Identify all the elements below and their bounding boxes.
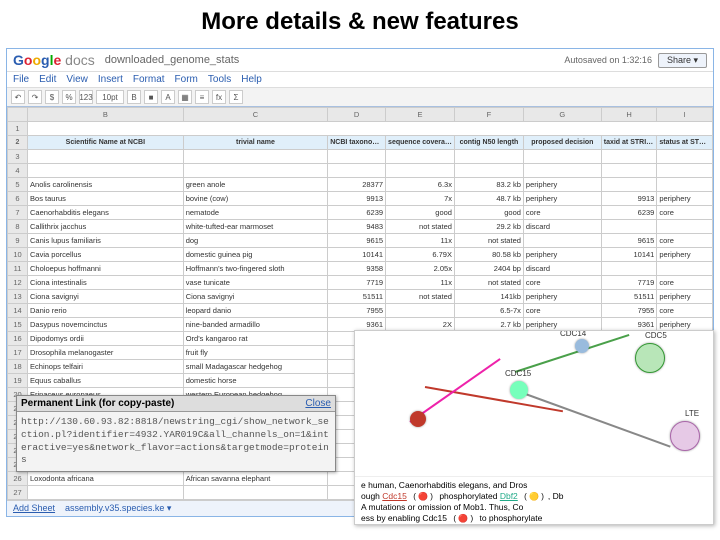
autosave-status: Autosaved on 1:32:16 [564,55,652,65]
add-sheet-button[interactable]: Add Sheet [13,503,55,514]
redo-icon[interactable]: ↷ [28,90,42,104]
permalink-title: Permanent Link (for copy-paste) [21,398,174,409]
align-icon[interactable]: ≡ [195,90,209,104]
table-row[interactable]: 5Anolis carolinensisgreen anole283776.3x… [8,178,713,192]
format-percent[interactable]: % [62,90,76,104]
menu-tools[interactable]: Tools [208,74,231,85]
table-row[interactable]: 8Callithrix jacchuswhite-tufted-ear marm… [8,220,713,234]
table-row[interactable]: 13Ciona savignyiCiona savignyi51511not s… [8,290,713,304]
menu-file[interactable]: File [13,74,29,85]
menu-help[interactable]: Help [241,74,262,85]
table-row[interactable]: 12Ciona intestinalisvase tunicate771911x… [8,276,713,290]
network-canvas[interactable]: CDC14 CDC5 CDC15 LTE [355,331,713,476]
table-row[interactable]: 3 [8,150,713,164]
node-label-cdc14: CDC14 [560,330,586,338]
permalink-panel: Permanent Link (for copy-paste) Close ht… [16,395,336,472]
node-label-cdc5: CDC5 [645,331,667,340]
text-color-icon[interactable]: A [161,90,175,104]
format-number[interactable]: 123 [79,90,93,104]
menu-format[interactable]: Format [133,74,165,85]
menu-edit[interactable]: Edit [39,74,56,85]
google-docs-logo: Google docs [13,52,95,68]
header-row: 2 Scientific Name at NCBItrivial name NC… [8,136,713,150]
table-row[interactable]: 14Danio rerioleopard danio79556.5-7xcore… [8,304,713,318]
table-row[interactable]: 6Bos taurusbovine (cow)99137x48.7 kbperi… [8,192,713,206]
table-row[interactable]: 10Cavia porcellusdomestic guinea pig1014… [8,248,713,262]
slide-title: More details & new features [0,0,720,48]
fill-color-icon[interactable]: ■ [144,90,158,104]
undo-icon[interactable]: ↶ [11,90,25,104]
node-label-lte: LTE [685,409,699,418]
toolbar: ↶ ↷ $ % 123 10pt B ■ A ▦ ≡ fx Σ [7,88,713,107]
permalink-close-button[interactable]: Close [305,398,331,409]
node-label-cdc15: CDC15 [505,369,531,378]
borders-icon[interactable]: ▦ [178,90,192,104]
menu-insert[interactable]: Insert [98,74,123,85]
network-text: e human, Caenorhabditis elegans, and Dro… [355,476,713,525]
bold-icon[interactable]: B [127,90,141,104]
table-row[interactable]: 7Caenorhabditis elegansnematode6239goodg… [8,206,713,220]
table-row[interactable]: 4 [8,164,713,178]
menu-view[interactable]: View [66,74,88,85]
menu-form[interactable]: Form [175,74,198,85]
table-row[interactable]: 11Choloepus hoffmanniHoffmann's two-fing… [8,262,713,276]
permalink-url[interactable]: http://130.60.93.82:8818/newstring_cgi/s… [17,412,335,471]
font-size[interactable]: 10pt [96,90,124,104]
sheet-tab-1[interactable]: assembly.v35.species.ke ▾ [59,503,177,514]
gdocs-header: Google docs downloaded_genome_stats Auto… [7,49,713,72]
column-letters-row: B CD EF GH I [8,108,713,122]
network-panel: CDC14 CDC5 CDC15 LTE e human, Caenorhabd… [354,330,714,525]
format-currency[interactable]: $ [45,90,59,104]
insert-icon[interactable]: fx [212,90,226,104]
chart-icon[interactable]: Σ [229,90,243,104]
table-row[interactable]: 9Canis lupus familiarisdog961511xnot sta… [8,234,713,248]
menubar: File Edit View Insert Format Form Tools … [7,72,713,88]
share-button[interactable]: Share ▾ [658,53,707,68]
document-title: downloaded_genome_stats [105,54,240,66]
